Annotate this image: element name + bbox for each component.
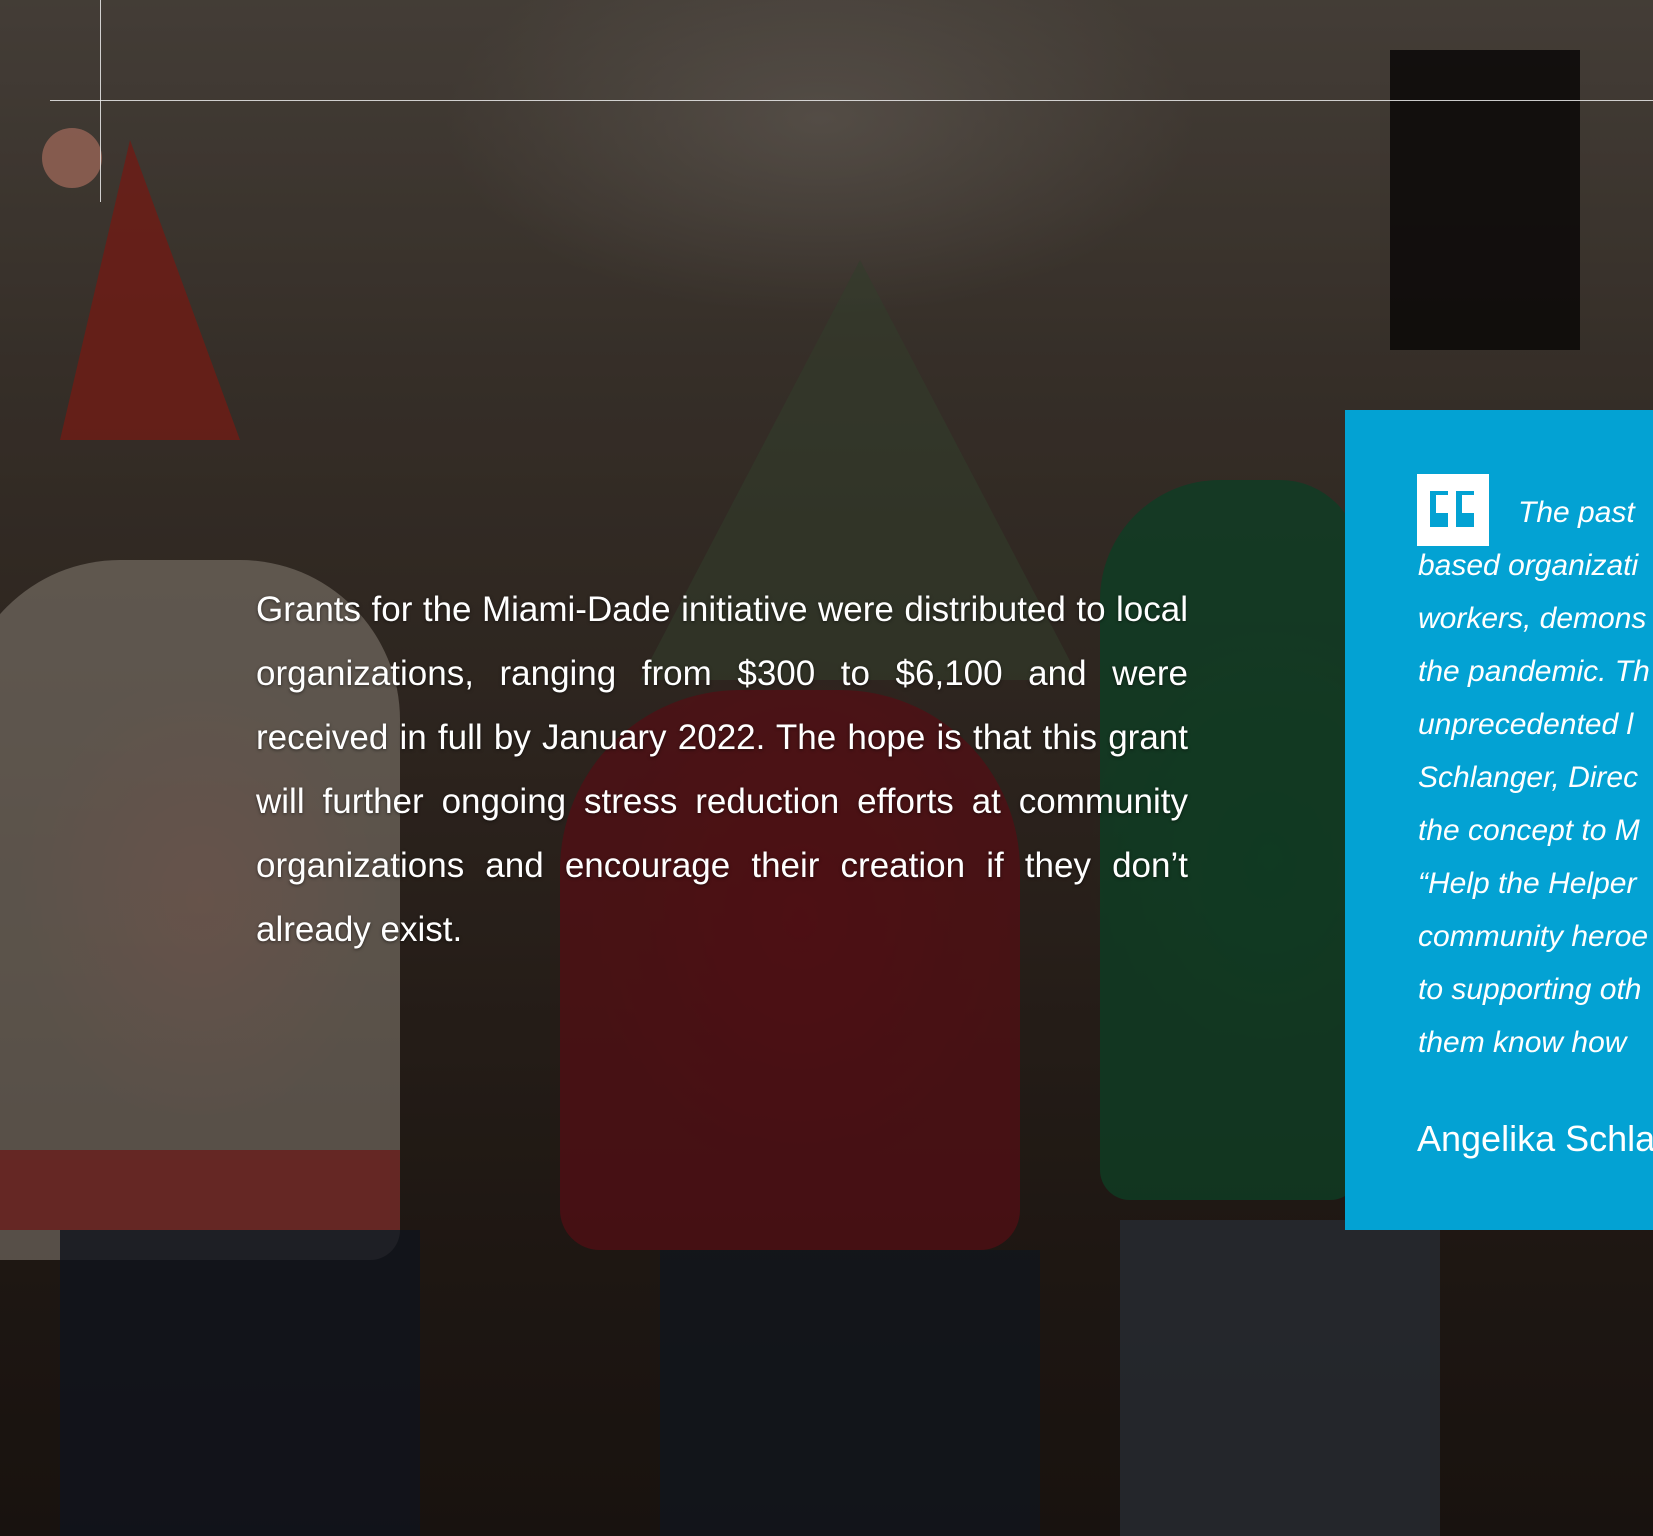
- quote-line: them know how: [1418, 1026, 1627, 1059]
- horizontal-rule: [50, 100, 1653, 101]
- quote-line: the pandemic. Th: [1418, 655, 1650, 688]
- quote-line: workers, demons: [1418, 602, 1647, 635]
- quote-line: to supporting oth: [1418, 973, 1642, 1006]
- quote-author: Angelika Schla: [1417, 1118, 1653, 1159]
- quote-line: the concept to M: [1418, 814, 1640, 847]
- quote-text: The past based organizati workers, demons t…: [1418, 486, 1653, 1069]
- quote-line: “Help the Helper: [1418, 867, 1637, 900]
- quote-line: community heroe: [1418, 920, 1649, 953]
- body-paragraph: Grants for the Miami-Dade initiative wer…: [256, 590, 1188, 949]
- quote-line: based organizati: [1418, 549, 1639, 582]
- quote-line: unprecedented l: [1418, 708, 1634, 741]
- vertical-rule: [100, 0, 101, 202]
- quote-line: Schlanger, Direc: [1418, 761, 1639, 794]
- quote-line: The past: [1518, 496, 1635, 529]
- pull-quote-box: The past based organizati workers, demons t…: [1345, 410, 1653, 1230]
